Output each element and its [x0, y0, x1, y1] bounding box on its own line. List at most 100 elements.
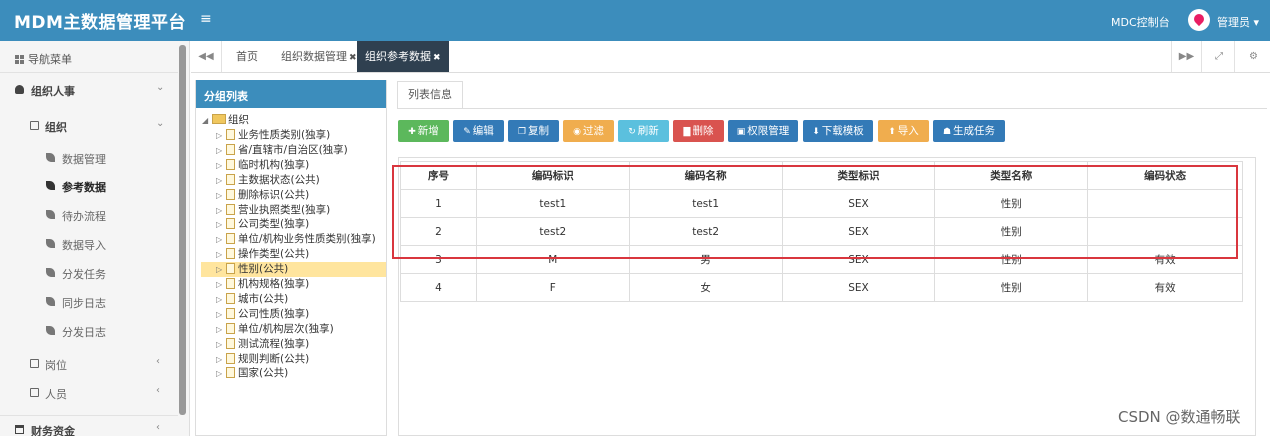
copy-button[interactable]: ❐ 复制 — [508, 120, 559, 142]
sidebar-group-finance[interactable]: 财务资金 ‹ — [0, 415, 178, 436]
leaf-icon — [46, 239, 55, 248]
sidebar-item-reference-data[interactable]: 参考数据 — [0, 172, 178, 200]
close-icon[interactable]: ✖ — [433, 53, 441, 63]
collapsed-icon[interactable]: ▷ — [216, 337, 226, 352]
copy-icon: ❐ — [517, 127, 527, 137]
sidebar-group-org-hr[interactable]: 组织人事 ⌄ — [0, 76, 178, 104]
sidebar: 导航菜单 组织人事 ⌄ 组织 ⌄ 数据管理 参考数据 待办流程 数据导入 分发任… — [0, 41, 190, 436]
collapsed-icon[interactable]: ▷ — [216, 158, 226, 173]
sidebar-item-pending-flow[interactable]: 待办流程 — [0, 201, 178, 229]
collapsed-icon[interactable]: ▷ — [216, 247, 226, 262]
tree-node[interactable]: ▷ 业务性质类别(独享) — [216, 128, 330, 143]
permission-button[interactable]: ▣ 权限管理 — [728, 120, 798, 142]
tab-home[interactable]: 首页 — [236, 41, 258, 72]
fullscreen-icon[interactable]: ⤢ — [1204, 41, 1235, 72]
tree-root[interactable]: ◢ 组织 — [202, 113, 249, 128]
tree-node[interactable]: ▷ 主数据状态(公共) — [216, 173, 320, 188]
document-icon — [226, 307, 235, 319]
app-title: MDM主数据管理平台 — [14, 13, 186, 33]
tree-node[interactable]: ▷ 公司性质(独享) — [216, 307, 309, 322]
close-icon[interactable]: ✖ — [349, 53, 357, 63]
user-avatar-icon[interactable] — [1188, 9, 1210, 31]
tree-node-label: 组织 — [228, 114, 249, 126]
sidebar-item-sync-log[interactable]: 同步日志 — [0, 288, 178, 316]
tab-scroll-left-icon[interactable]: ◀◀ — [191, 41, 222, 72]
collapsed-icon[interactable]: ▷ — [216, 277, 226, 292]
download-template-button[interactable]: ⬇ 下载模板 — [803, 120, 873, 142]
collapsed-icon[interactable]: ▷ — [216, 173, 226, 188]
button-label: 刷新 — [637, 125, 659, 137]
tree-node[interactable]: ▷ 规则判断(公共) — [216, 352, 309, 367]
refresh-button[interactable]: ↻ 刷新 — [618, 120, 669, 142]
document-icon — [226, 203, 235, 215]
collapsed-icon[interactable]: ▷ — [216, 128, 226, 143]
document-icon — [226, 352, 235, 364]
delete-button[interactable]: ▇ 删除 — [673, 120, 724, 142]
import-icon: ⬆ — [888, 127, 896, 137]
sidebar-item-distribution-log[interactable]: 分发日志 — [0, 317, 178, 345]
collapsed-icon[interactable]: ▷ — [216, 352, 226, 367]
tree-node-label: 业务性质类别(独享) — [238, 129, 331, 141]
tree-node[interactable]: ▷ 城市(公共) — [216, 292, 288, 307]
folder-icon — [30, 388, 39, 397]
tree-node-label: 规则判断(公共) — [238, 352, 310, 365]
sidebar-item-distribution-task[interactable]: 分发任务 — [0, 259, 178, 287]
tree-node[interactable]: ▷ 机构规格(独享) — [216, 277, 309, 292]
document-icon — [226, 233, 235, 245]
tab-org-reference-data[interactable]: 组织参考数据 ✖ — [357, 41, 449, 72]
tree-node[interactable]: ▷ 测试流程(独享) — [216, 337, 309, 352]
collapsed-icon[interactable]: ▷ — [216, 143, 226, 158]
menu-toggle-icon[interactable]: ≡ — [200, 11, 212, 27]
collapsed-icon[interactable]: ▷ — [216, 203, 226, 218]
tree-node[interactable]: ▷ 性别(公共) — [216, 262, 288, 277]
grid-icon — [15, 55, 24, 64]
tree-node-label: 机构规格(独享) — [238, 278, 310, 290]
document-icon — [226, 292, 235, 304]
mdc-console-link[interactable]: MDC控制台 — [1111, 14, 1170, 30]
collapsed-icon[interactable]: ▷ — [216, 217, 226, 232]
tab-bar: ◀◀ 首页 组织数据管理 ✖ 组织参考数据 ✖ ▶▶ ⤢ ⚙ — [191, 41, 1270, 73]
add-button[interactable]: ✚ 新增 — [398, 120, 449, 142]
sidebar-subgroup-org[interactable]: 组织 ⌄ — [0, 112, 178, 140]
collapsed-icon[interactable]: ▷ — [216, 322, 226, 337]
generate-task-button[interactable]: ☗ 生成任务 — [933, 120, 1005, 142]
user-menu[interactable]: 管理员 ▾ — [1217, 14, 1259, 30]
tab-org-data-management[interactable]: 组织数据管理 ✖ — [281, 41, 357, 72]
eye-icon: ◉ — [573, 127, 581, 137]
import-button[interactable]: ⬆ 导入 — [878, 120, 929, 142]
collapsed-icon[interactable]: ▷ — [216, 307, 226, 322]
tree-node[interactable]: ▷ 省/直辖市/自治区(独享) — [216, 143, 348, 158]
credit-card-icon — [15, 425, 24, 434]
tree-node[interactable]: ▷ 营业执照类型(独享) — [216, 203, 330, 218]
collapsed-icon[interactable]: ▷ — [216, 292, 226, 307]
tree-node[interactable]: ▷ 公司类型(独享) — [216, 217, 309, 232]
tree-node[interactable]: ▷ 国家(公共) — [216, 366, 288, 381]
table-row[interactable]: 4 F 女 SEX 性别 有效 — [400, 273, 1243, 302]
filter-button[interactable]: ◉ 过滤 — [563, 120, 614, 142]
sidebar-subgroup-positions[interactable]: 岗位 ‹ — [0, 350, 178, 378]
leaf-icon — [46, 153, 55, 162]
expand-icon[interactable]: ◢ — [202, 113, 212, 128]
collapsed-icon[interactable]: ▷ — [216, 188, 226, 203]
sidebar-subgroup-people[interactable]: 人员 ‹ — [0, 379, 178, 407]
sidebar-scrollbar[interactable] — [179, 45, 186, 415]
tree-node[interactable]: ▷ 临时机构(独享) — [216, 158, 309, 173]
tree-node[interactable]: ▷ 单位/机构业务性质类别(独享) — [216, 232, 376, 247]
tab-scroll-right-icon[interactable]: ▶▶ — [1171, 41, 1202, 72]
tree-node[interactable]: ▷ 删除标识(公共) — [216, 188, 309, 203]
edit-button[interactable]: ✎ 编辑 — [453, 120, 504, 142]
sidebar-item-data-import[interactable]: 数据导入 — [0, 230, 178, 258]
collapsed-icon[interactable]: ▷ — [216, 262, 226, 277]
sidebar-item-data-management[interactable]: 数据管理 — [0, 144, 178, 172]
plus-icon: ✚ — [408, 127, 416, 137]
tree-node[interactable]: ▷ 单位/机构层次(独享) — [216, 322, 334, 337]
collapsed-icon[interactable]: ▷ — [216, 232, 226, 247]
tab-list-info[interactable]: 列表信息 — [397, 81, 463, 109]
tree-node-label: 城市(公共) — [238, 292, 289, 305]
chevron-down-icon: ⌄ — [156, 82, 165, 93]
tree-node[interactable]: ▷ 操作类型(公共) — [216, 247, 309, 262]
document-icon — [226, 129, 235, 140]
gear-icon[interactable]: ⚙ — [1238, 41, 1269, 72]
document-icon — [226, 188, 235, 200]
collapsed-icon[interactable]: ▷ — [216, 366, 226, 381]
